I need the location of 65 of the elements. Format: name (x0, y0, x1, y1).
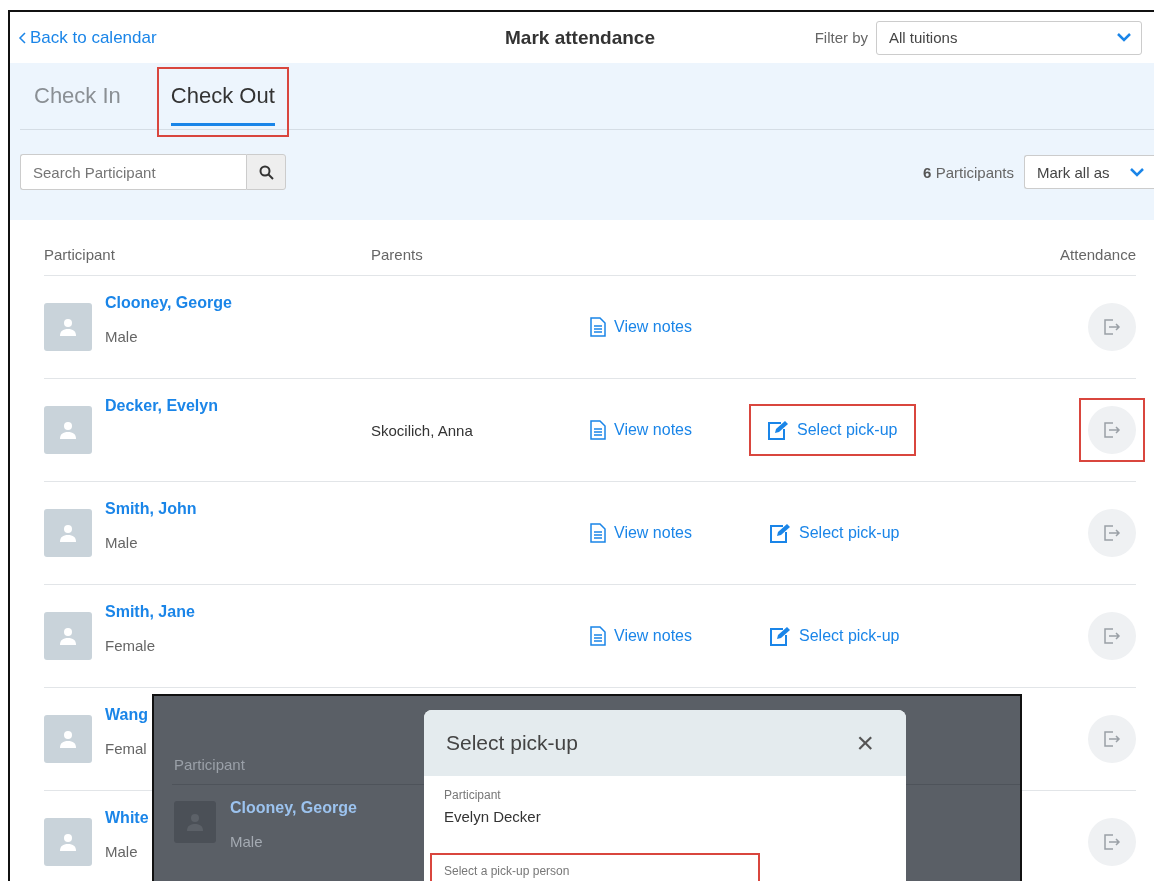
participant-name[interactable]: White (105, 809, 149, 827)
exit-icon (1103, 833, 1121, 851)
view-notes-link[interactable]: View notes (590, 626, 692, 646)
document-icon (590, 626, 606, 646)
participant-name[interactable]: Decker, Evelyn (105, 397, 218, 415)
person-icon (58, 626, 78, 646)
view-notes-link[interactable]: View notes (590, 523, 692, 543)
select-pickup-link[interactable]: Select pick-up (769, 626, 900, 646)
chevron-down-icon (1130, 167, 1144, 177)
participant-name[interactable]: Smith, John (105, 500, 197, 518)
chevron-left-icon (18, 31, 26, 44)
document-icon (590, 523, 606, 543)
column-header: Participant (44, 246, 116, 263)
search-button[interactable] (246, 154, 286, 190)
participant-name[interactable]: Wang (105, 706, 148, 724)
pickup-person-field[interactable]: Select a pick-up person (430, 853, 760, 881)
person-icon (58, 729, 78, 749)
participant-name[interactable]: Clooney, George (105, 294, 232, 312)
participant-count: 6 Participants (923, 163, 1014, 181)
page-title: Mark attendance (504, 26, 656, 49)
chevron-down-icon (1117, 33, 1131, 42)
exit-icon (1103, 421, 1121, 439)
document-icon (590, 420, 606, 440)
tab[interactable]: Check In (20, 67, 135, 137)
view-notes-link[interactable]: View notes (590, 317, 692, 337)
search-icon (258, 164, 274, 180)
participant-name[interactable]: Smith, Jane (105, 603, 195, 621)
check-out-button[interactable] (1079, 398, 1145, 462)
person-icon (58, 317, 78, 337)
participant-name: Clooney, George (230, 799, 357, 817)
edit-icon (767, 420, 789, 440)
select-pickup-link[interactable]: Select pick-up (749, 404, 916, 456)
exit-icon (1103, 524, 1121, 542)
gender: Female (105, 637, 156, 654)
column-header: Parents (371, 246, 424, 263)
gender: Male (230, 833, 263, 850)
close-button[interactable]: × (850, 725, 880, 761)
exit-icon (1103, 627, 1121, 645)
mark-all-dropdown[interactable]: Mark all as (1024, 155, 1154, 189)
exit-icon (1103, 730, 1121, 748)
search-field[interactable]: Search Participant (20, 154, 246, 190)
view-notes-link[interactable]: View notes (590, 420, 692, 440)
gender: Male (105, 534, 138, 551)
gender: Male (105, 843, 138, 860)
back-link-text[interactable]: Back to calendar (30, 27, 157, 48)
edit-icon (769, 626, 791, 646)
column-header: Participant (174, 756, 245, 773)
filter-label: Filter by (814, 29, 868, 46)
participant-value: Evelyn Decker (444, 808, 542, 825)
parent-name: Skocilich, Anna (371, 421, 474, 439)
modal-title: Select pick-up (446, 731, 578, 755)
gender: Male (105, 328, 138, 345)
person-icon (58, 523, 78, 543)
document-icon (590, 317, 606, 337)
select-pickup-link[interactable]: Select pick-up (769, 523, 900, 543)
back-link[interactable]: Back to calendar (18, 27, 393, 48)
exit-icon (1103, 318, 1121, 336)
edit-icon (769, 523, 791, 543)
column-header: Attendance (1060, 246, 1136, 263)
person-icon (58, 420, 78, 440)
filter-dropdown[interactable]: All tuitions (876, 20, 1142, 55)
gender: Femal (105, 740, 147, 757)
field-label: Participant (444, 788, 502, 802)
person-icon (58, 832, 78, 852)
tab[interactable]: Check Out (156, 67, 289, 137)
